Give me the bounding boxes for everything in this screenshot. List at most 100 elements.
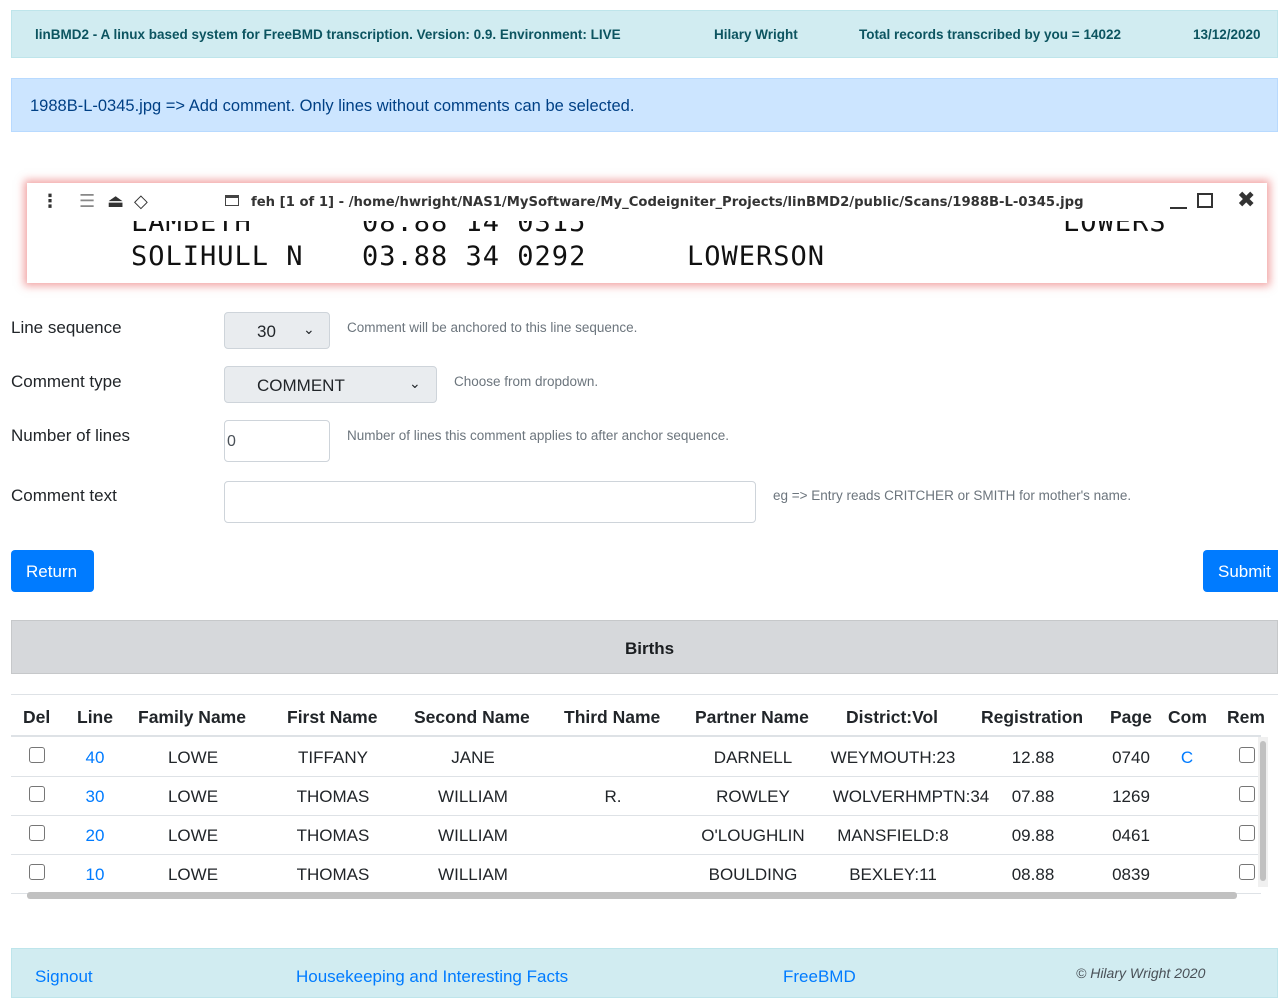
signout-link[interactable]: Signout	[35, 967, 93, 987]
family-name-cell: LOWE	[167, 787, 219, 806]
line-link[interactable]: 10	[86, 865, 105, 885]
col-header-first-name[interactable]: First Name	[287, 707, 377, 728]
second-name-cell: WILLIAM	[438, 865, 508, 884]
top-info-bar: linBMD2 - A linux based system for FreeB…	[11, 10, 1278, 58]
line-sequence-value: 30	[257, 322, 276, 341]
comment-text-label: Comment text	[11, 486, 117, 505]
remove-checkbox[interactable]	[1239, 786, 1255, 802]
number-of-lines-input[interactable]: 0	[224, 420, 330, 462]
line-sequence-help: Comment will be anchored to this line se…	[347, 320, 638, 335]
alert-message: 1988B-L-0345.jpg => Add comment. Only li…	[30, 97, 635, 115]
col-header-family-name[interactable]: Family Name	[138, 707, 246, 728]
chevron-down-icon: ⌄	[409, 375, 421, 391]
page-cell: 1269	[1112, 787, 1150, 806]
partner-name-cell: DARNELL	[713, 748, 793, 767]
minimize-icon[interactable]	[1170, 207, 1187, 209]
remove-checkbox[interactable]	[1239, 825, 1255, 841]
menu-dots-icon[interactable]: ⋮	[41, 191, 59, 212]
page-cell: 0740	[1112, 748, 1150, 767]
partner-name-cell: ROWLEY	[716, 787, 790, 806]
delete-checkbox[interactable]	[29, 825, 45, 841]
col-header-district-vol[interactable]: District:Vol	[846, 707, 938, 728]
family-name-cell: LOWE	[167, 748, 219, 767]
number-of-lines-value: 0	[227, 433, 236, 450]
close-icon[interactable]: ✖	[1237, 188, 1255, 213]
table-row: 20 LOWE THOMAS WILLIAM O'LOUGHLIN MANSFI…	[11, 815, 1261, 855]
scan-name-2: LOWERSON	[687, 241, 826, 272]
maximize-icon[interactable]	[1197, 193, 1213, 208]
comment-text-help: eg => Entry reads CRITCHER or SMITH for …	[773, 488, 1132, 503]
page-cell: 0839	[1112, 865, 1150, 884]
return-button-label: Return	[26, 562, 78, 581]
partner-name-cell: O'LOUGHLIN	[701, 826, 805, 845]
table-row: 40 LOWE TIFFANY JANE DARNELL WEYMOUTH:23…	[11, 737, 1261, 777]
registration-cell: 12.88	[1011, 748, 1055, 767]
district-cell: WEYMOUTH:23	[830, 748, 956, 767]
comment-type-help: Choose from dropdown.	[454, 374, 599, 389]
table-vertical-scrollbar[interactable]	[1258, 737, 1268, 887]
col-header-registration[interactable]: Registration	[981, 707, 1083, 728]
table-row: 10 LOWE THOMAS WILLIAM BOULDING BEXLEY:1…	[11, 854, 1261, 894]
first-name-cell: THOMAS	[296, 826, 370, 845]
freebmd-link[interactable]: FreeBMD	[783, 967, 856, 987]
line-sequence-label: Line sequence	[11, 318, 122, 337]
delete-checkbox[interactable]	[29, 864, 45, 880]
housekeeping-link[interactable]: Housekeeping and Interesting Facts	[296, 967, 568, 987]
copyright-text: © Hilary Wright 2020	[1076, 965, 1206, 981]
first-name-cell: THOMAS	[296, 865, 370, 884]
line-link[interactable]: 30	[86, 787, 105, 807]
scrollbar-thumb[interactable]	[1260, 741, 1266, 881]
scan-image: LAMBETH 08.88 14 0315 LOWERS SOLIHULL N …	[27, 221, 1267, 283]
scan-ref-2: 03.88 34 0292	[362, 241, 587, 272]
comment-type-label: Comment type	[11, 372, 122, 391]
family-name-cell: LOWE	[167, 865, 219, 884]
line-link[interactable]: 40	[86, 748, 105, 768]
remove-checkbox[interactable]	[1239, 864, 1255, 880]
table-horizontal-scrollbar[interactable]	[27, 892, 1237, 899]
line-sequence-select[interactable]: 30 ⌄	[224, 312, 330, 349]
registration-cell: 08.88	[1011, 865, 1055, 884]
second-name-cell: WILLIAM	[438, 826, 508, 845]
col-header-del[interactable]: Del	[23, 707, 50, 728]
delete-checkbox[interactable]	[29, 786, 45, 802]
return-button[interactable]: Return	[11, 550, 94, 592]
footer-bar: Signout Housekeeping and Interesting Fac…	[11, 948, 1278, 998]
scan-district-1: LAMBETH	[131, 221, 252, 238]
col-header-rem[interactable]: Rem	[1227, 707, 1265, 728]
district-cell: MANSFIELD:8	[837, 826, 949, 845]
col-header-page[interactable]: Page	[1110, 707, 1152, 728]
comment-type-select[interactable]: COMMENT ⌄	[224, 366, 437, 403]
comment-text-input[interactable]	[224, 481, 756, 523]
image-window-title: feh [1 of 1] - /home/hwright/NAS1/MySoft…	[251, 195, 1084, 210]
image-window-titlebar[interactable]: ⋮ ☰ ⏏ ◇ feh [1 of 1] - /home/hwright/NAS…	[27, 183, 1267, 222]
col-header-partner-name[interactable]: Partner Name	[695, 707, 809, 728]
col-header-second-name[interactable]: Second Name	[414, 707, 530, 728]
col-header-third-name[interactable]: Third Name	[564, 707, 660, 728]
remove-checkbox[interactable]	[1239, 747, 1255, 763]
comment-link[interactable]: C	[1181, 748, 1193, 768]
number-of-lines-help: Number of lines this comment applies to …	[347, 428, 729, 443]
submit-button[interactable]: Submit	[1203, 550, 1278, 592]
current-date: 13/12/2020	[1193, 27, 1261, 42]
delete-checkbox[interactable]	[29, 747, 45, 763]
scan-district-2: SOLIHULL N	[131, 241, 304, 272]
col-header-line[interactable]: Line	[77, 707, 113, 728]
second-name-cell: WILLIAM	[438, 787, 508, 806]
window-icon	[225, 195, 239, 206]
registration-cell: 09.88	[1011, 826, 1055, 845]
registration-cell: 07.88	[1011, 787, 1055, 806]
scan-name-1: LOWERS	[1063, 221, 1167, 238]
page-alert: 1988B-L-0345.jpg => Add comment. Only li…	[11, 78, 1278, 132]
image-viewer-window[interactable]: ⋮ ☰ ⏏ ◇ feh [1 of 1] - /home/hwright/NAS…	[27, 183, 1267, 283]
page-cell: 0461	[1112, 826, 1150, 845]
scan-ref-1: 08.88 14 0315	[362, 221, 587, 238]
line-link[interactable]: 20	[86, 826, 105, 846]
first-name-cell: TIFFANY	[298, 748, 368, 767]
chevron-down-icon: ⌄	[303, 321, 315, 337]
births-table: Del Line Family Name First Name Second N…	[11, 694, 1278, 905]
diamond-icon[interactable]: ◇	[134, 191, 148, 212]
col-header-com[interactable]: Com	[1168, 707, 1207, 728]
hamburger-icon[interactable]: ☰	[79, 191, 95, 212]
user-name: Hilary Wright	[714, 27, 798, 42]
eject-icon[interactable]: ⏏	[107, 191, 124, 212]
